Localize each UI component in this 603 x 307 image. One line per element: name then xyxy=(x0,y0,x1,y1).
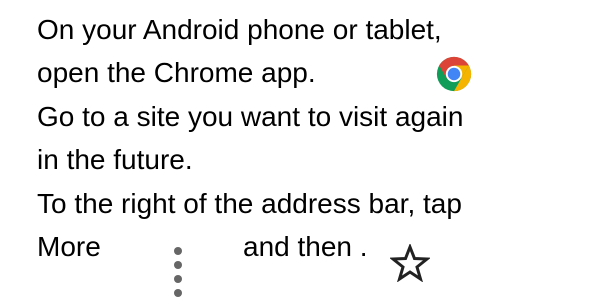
instruction-line-6-more: More xyxy=(37,231,101,262)
instruction-line-5: To the right of the address bar, tap xyxy=(37,188,462,219)
star-outline-icon xyxy=(390,244,430,282)
instruction-line-3: Go to a site you want to visit again xyxy=(37,101,464,132)
instruction-line-4: in the future. xyxy=(37,144,193,175)
instruction-line-2: open the Chrome app. xyxy=(37,57,316,88)
and-then-text: and then . xyxy=(243,231,368,262)
more-vertical-dots-icon xyxy=(174,247,182,297)
chrome-logo-icon xyxy=(436,56,472,92)
instruction-line-1: On your Android phone or tablet, xyxy=(37,14,442,45)
